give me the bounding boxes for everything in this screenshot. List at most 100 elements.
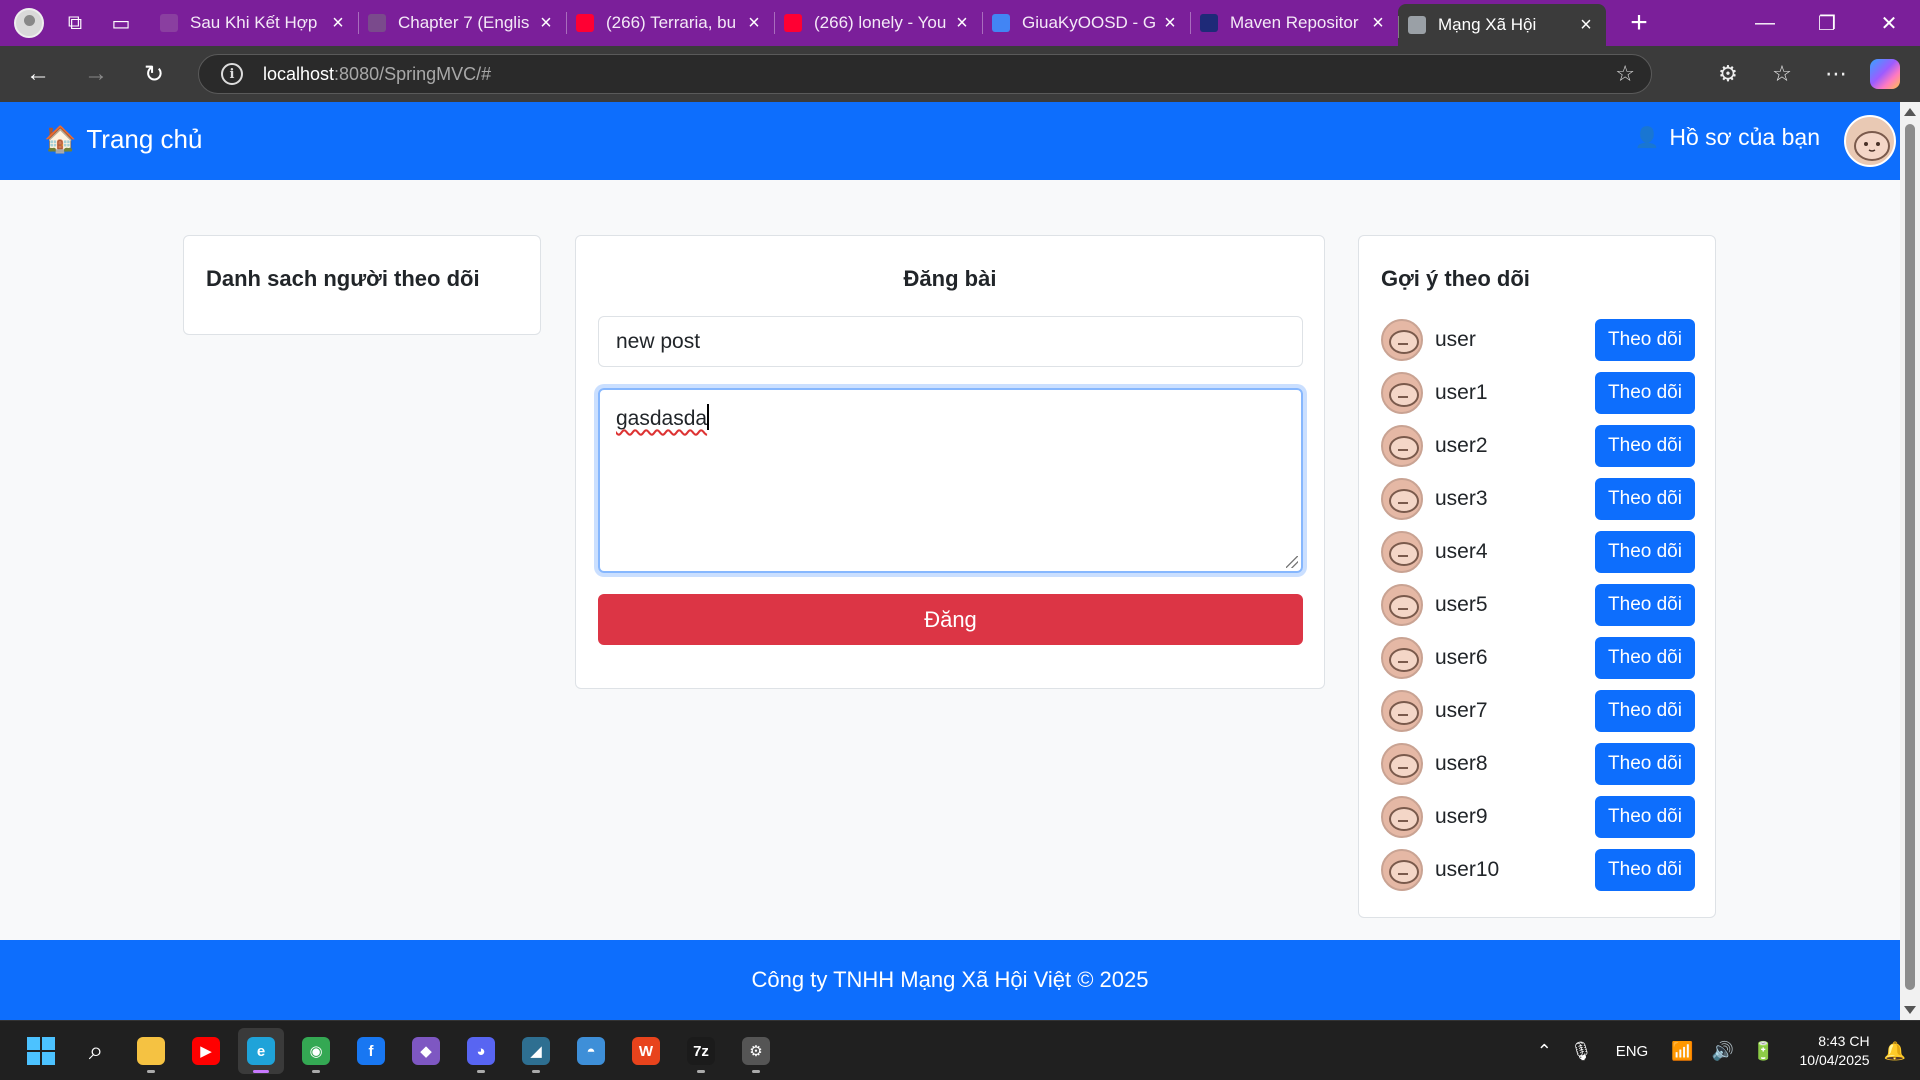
taskbar-app-mysql-workbench[interactable]: ◢ [513,1028,559,1074]
follow-button[interactable]: Theo dõi [1595,636,1695,679]
more-menu-icon[interactable]: ⋯ [1816,54,1856,94]
minimize-button[interactable]: — [1734,0,1796,46]
scroll-up-icon[interactable] [1904,108,1916,116]
new-tab-button[interactable]: + [1622,6,1656,40]
tab-close-icon[interactable]: × [1160,12,1180,35]
user-avatar[interactable] [1844,115,1896,167]
suggestion-avatar [1381,318,1423,361]
suggestion-row: user1 Theo dõi [1381,366,1695,419]
taskbar-app-facebook[interactable]: f [348,1028,394,1074]
follow-button[interactable]: Theo dõi [1595,424,1695,467]
windows-taskbar: ⌕ ▶ e ◉ f ◆ ◕ ◢ ◓ W 7z ⚙ ⌃ 🎙 ENG 📶 🔊 🔋 8:43 CH 10/0… [0,1020,1920,1080]
home-link[interactable]: 🏠 Trang chủ [44,124,202,155]
tab-close-icon[interactable]: × [744,12,764,35]
taskbar-app-visual-studio[interactable]: ◆ [403,1028,449,1074]
taskbar-app-7zip[interactable]: 7z [678,1028,724,1074]
suggestion-avatar [1381,583,1423,626]
follow-button[interactable]: Theo dõi [1595,477,1695,520]
taskbar-app-wps-office[interactable]: W [623,1028,669,1074]
suggestion-avatar [1381,424,1423,467]
address-bar[interactable]: i localhost:8080/SpringMVC/# ☆ [198,54,1652,94]
follow-button[interactable]: Theo dõi [1595,583,1695,626]
follow-button[interactable]: Theo dõi [1595,795,1695,838]
tab-close-icon[interactable]: × [1368,12,1388,35]
settings-icon: ⚙ [742,1037,770,1065]
taskbar-app-preview[interactable]: ◓ [568,1028,614,1074]
browser-tab[interactable]: Chapter 7 (Englis × [358,0,566,46]
house-icon: 🏠 [44,124,77,154]
chevron-up-icon[interactable]: ⌃ [1537,1041,1552,1062]
follow-button[interactable]: Theo dõi [1595,318,1695,361]
favorites-icon[interactable]: ☆ [1762,54,1802,94]
notification-bell-icon[interactable]: 🔔 [1884,1041,1906,1062]
browser-tab[interactable]: GiuaKyOOSD - G × [982,0,1190,46]
follow-button[interactable]: Theo dõi [1595,371,1695,414]
microphone-icon[interactable]: 🎙 [1570,1041,1593,1062]
taskbar-app-search[interactable]: ⌕ [73,1028,119,1074]
suggestion-row: user Theo dõi [1381,313,1695,366]
browser-tab[interactable]: Sau Khi Kết Hợp × [150,0,358,46]
running-indicator [752,1070,760,1073]
suggestion-avatar [1381,530,1423,573]
browser-tab-bar: ⧉ ▭ Sau Khi Kết Hợp × Chapter 7 (Englis × (2… [0,0,1920,46]
scroll-down-icon[interactable] [1904,1006,1916,1014]
taskbar-app-start[interactable] [18,1028,64,1074]
page-scrollbar[interactable] [1900,102,1920,1020]
taskbar-app-settings[interactable]: ⚙ [733,1028,779,1074]
tab-close-icon[interactable]: × [952,12,972,35]
post-title-input[interactable]: new post [598,316,1303,367]
taskbar-app-discord[interactable]: ◕ [458,1028,504,1074]
home-link-label: Trang chủ [86,124,203,154]
extensions-icon[interactable]: ⚙ [1708,54,1748,94]
volume-icon[interactable]: 🔊 [1712,1041,1734,1062]
follow-button[interactable]: Theo dõi [1595,742,1695,785]
text-caret [707,404,710,430]
facebook-icon: f [357,1037,385,1065]
taskbar-app-youtube[interactable]: ▶ [183,1028,229,1074]
tab-title: Maven Repositor [1230,13,1359,32]
create-post-title: Đăng bài [903,266,997,291]
favorite-star-icon[interactable]: ☆ [1615,61,1635,87]
submit-post-button[interactable]: Đăng [598,594,1303,645]
restore-button[interactable]: ❐ [1796,0,1858,46]
battery-icon[interactable]: 🔋 [1752,1041,1774,1062]
forward-button[interactable]: → [76,54,116,94]
resize-handle-icon[interactable] [1286,556,1298,568]
workspaces-icon[interactable]: ⧉ [58,6,92,40]
wifi-icon[interactable]: 📶 [1671,1041,1693,1062]
browser-profile-button[interactable] [12,6,46,40]
site-info-icon[interactable]: i [221,63,243,85]
tab-close-icon[interactable]: × [536,12,556,35]
suggestion-avatar [1381,371,1423,414]
close-window-button[interactable]: ✕ [1858,0,1920,46]
footer-text: Công ty TNHH Mạng Xã Hội Việt © 2025 [751,967,1149,992]
taskbar-app-chrome[interactable]: ◉ [293,1028,339,1074]
profile-link[interactable]: 👤 Hồ sơ của bạn [1634,124,1820,151]
taskbar-app-file-explorer[interactable] [128,1028,174,1074]
tab-title: (266) lonely - You [814,13,947,32]
refresh-button[interactable]: ↻ [134,54,174,94]
tab-close-icon[interactable]: × [1576,14,1596,37]
browser-toolbar: ← → ↻ i localhost:8080/SpringMVC/# ☆ ⚙ ☆… [0,46,1920,102]
system-clock[interactable]: 8:43 CH 10/04/2025 [1800,1032,1870,1070]
tab-favicon-icon [992,14,1010,32]
follow-button[interactable]: Theo dõi [1595,530,1695,573]
input-language[interactable]: ENG [1616,1043,1649,1060]
tab-close-icon[interactable]: × [328,12,348,35]
browser-tab[interactable]: Maven Repositor × [1190,0,1398,46]
page-viewport: 🏠 Trang chủ 👤 Hồ sơ của bạn Danh sach ng… [0,102,1920,1020]
youtube-icon: ▶ [192,1037,220,1065]
vertical-tabs-icon[interactable]: ▭ [104,6,138,40]
tab-favicon-icon [1408,16,1426,34]
post-content-textarea[interactable]: gasdasda [598,388,1303,573]
browser-tab[interactable]: (266) Terraria, bu × [566,0,774,46]
follow-button[interactable]: Theo dõi [1595,689,1695,732]
copilot-icon[interactable] [1870,59,1900,89]
follow-button[interactable]: Theo dõi [1595,848,1695,891]
taskbar-app-edge[interactable]: e [238,1028,284,1074]
tab-favicon-icon [160,14,178,32]
back-button[interactable]: ← [18,54,58,94]
browser-tab[interactable]: Mạng Xã Hội × [1398,4,1606,46]
browser-tab[interactable]: (266) lonely - You × [774,0,982,46]
scrollbar-thumb[interactable] [1905,124,1915,990]
